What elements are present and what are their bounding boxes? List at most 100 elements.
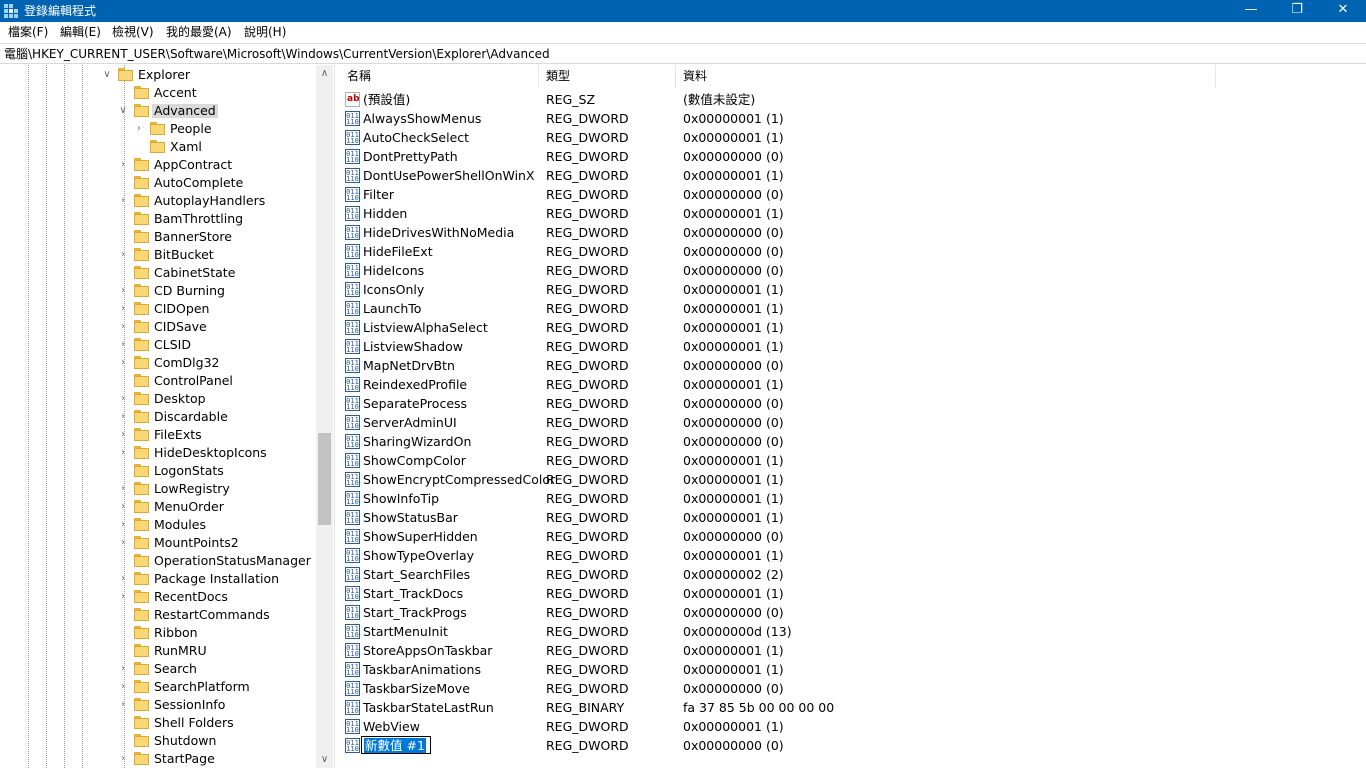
tree-item-autoplayhandlers[interactable]: › AutoplayHandlers [0,192,316,210]
tree-item-bamthrottling[interactable]: BamThrottling [0,210,316,228]
chevron-right-icon[interactable]: › [118,591,128,603]
value-row[interactable]: 011 110 HideIcons REG_DWORD 0x00000000 (0) [340,261,1366,280]
tree-item-comdlg32[interactable]: › ComDlg32 [0,354,316,372]
tree-item-searchplatform[interactable]: › SearchPlatform [0,678,316,696]
tree-item-advanced[interactable]: ∨ Advanced [0,102,316,120]
tree-item-startpage[interactable]: › StartPage [0,750,316,768]
value-row[interactable]: 011 110 新數值 #1 REG_DWORD 0x00000000 (0) [340,736,1366,755]
tree-scrollbar[interactable]: ∧ ∨ [316,65,333,768]
chevron-right-icon[interactable]: › [118,411,128,423]
chevron-right-icon[interactable]: › [118,501,128,513]
chevron-right-icon[interactable]: › [118,519,128,531]
value-row[interactable]: 011 110 AutoCheckSelect REG_DWORD 0x00000001… [340,128,1366,147]
tree-item-accent[interactable]: Accent [0,84,316,102]
chevron-right-icon[interactable]: › [118,429,128,441]
rename-input-text[interactable]: 新數值 #1 [364,738,426,753]
value-row[interactable]: 011 110 StartMenuInit REG_DWORD 0x0000000d (… [340,622,1366,641]
chevron-right-icon[interactable]: › [118,753,128,765]
chevron-right-icon[interactable]: › [118,537,128,549]
value-row[interactable]: 011 110 ShowInfoTip REG_DWORD 0x00000001 (1) [340,489,1366,508]
maximize-button[interactable]: ❐ [1274,0,1320,22]
tree-item-hidedesktopicons[interactable]: › HideDesktopIcons [0,444,316,462]
value-row[interactable]: 011 110 WebView REG_DWORD 0x00000001 (1) [340,717,1366,736]
menu-help[interactable]: 說明(H) [244,25,286,39]
menu-file[interactable]: 檔案(F) [8,25,48,39]
value-row[interactable]: 011 110 Filter REG_DWORD 0x00000000 (0) [340,185,1366,204]
value-row[interactable]: 011 110 ListviewShadow REG_DWORD 0x00000001 … [340,337,1366,356]
value-row[interactable]: 011 110 TaskbarSizeMove REG_DWORD 0x00000000… [340,679,1366,698]
menu-favorites[interactable]: 我的最愛(A) [166,25,232,39]
chevron-right-icon[interactable]: › [118,285,128,297]
value-row[interactable]: 011 110 TaskbarAnimations REG_DWORD 0x000000… [340,660,1366,679]
tree-item-logonstats[interactable]: LogonStats [0,462,316,480]
value-row[interactable]: 011 110 HideFileExt REG_DWORD 0x00000000 (0) [340,242,1366,261]
tree-item-desktop[interactable]: › Desktop [0,390,316,408]
tree-item-search[interactable]: › Search [0,660,316,678]
tree-item-menuorder[interactable]: › MenuOrder [0,498,316,516]
scroll-up-icon[interactable]: ∧ [316,65,333,82]
value-row[interactable]: 011 110 ShowCompColor REG_DWORD 0x00000001 (… [340,451,1366,470]
value-row[interactable]: 011 110 DontPrettyPath REG_DWORD 0x00000000 … [340,147,1366,166]
scroll-down-icon[interactable]: ∨ [316,751,333,768]
tree-item-cabinetstate[interactable]: CabinetState [0,264,316,282]
tree-item-recentdocs[interactable]: › RecentDocs [0,588,316,606]
chevron-right-icon[interactable]: › [118,699,128,711]
tree-item-discardable[interactable]: › Discardable [0,408,316,426]
tree-item-xaml[interactable]: Xaml [0,138,316,156]
chevron-right-icon[interactable]: › [118,195,128,207]
tree-item-appcontract[interactable]: › AppContract [0,156,316,174]
address-bar[interactable]: 電腦\HKEY_CURRENT_USER\Software\Microsoft\… [0,43,1366,64]
value-row[interactable]: 011 110 TaskbarStateLastRun REG_BINARY fa 37… [340,698,1366,717]
tree-item-fileexts[interactable]: › FileExts [0,426,316,444]
value-row[interactable]: 011 110 AlwaysShowMenus REG_DWORD 0x00000001… [340,109,1366,128]
tree-item-mountpoints2[interactable]: › MountPoints2 [0,534,316,552]
value-row[interactable]: 011 110 ShowEncryptCompressedColor REG_DWOR… [340,470,1366,489]
rename-input[interactable]: 新數值 #1 [361,736,431,754]
chevron-right-icon[interactable]: › [118,321,128,333]
minimize-button[interactable]: — [1228,0,1274,22]
value-row[interactable]: 011 110 IconsOnly REG_DWORD 0x00000001 (1) [340,280,1366,299]
chevron-right-icon[interactable]: › [118,573,128,585]
value-row[interactable]: 011 110 ListviewAlphaSelect REG_DWORD 0x0000… [340,318,1366,337]
chevron-right-icon[interactable]: › [118,447,128,459]
tree-item-restartcommands[interactable]: RestartCommands [0,606,316,624]
address-path[interactable]: 電腦\HKEY_CURRENT_USER\Software\Microsoft\… [4,47,550,61]
tree-item-autocomplete[interactable]: AutoComplete [0,174,316,192]
tree-item-sessioninfo[interactable]: › SessionInfo [0,696,316,714]
value-row[interactable]: 011 110 Start_TrackProgs REG_DWORD 0x0000000… [340,603,1366,622]
chevron-right-icon[interactable]: › [118,393,128,405]
tree-item-ribbon[interactable]: Ribbon [0,624,316,642]
value-row[interactable]: 011 110 DontUsePowerShellOnWinX REG_DWORD 0x… [340,166,1366,185]
value-row[interactable]: 011 110 HideDrivesWithNoMedia REG_DWORD 0x00… [340,223,1366,242]
tree-item-modules[interactable]: › Modules [0,516,316,534]
tree-item-shell-folders[interactable]: Shell Folders [0,714,316,732]
tree-item-package-installation[interactable]: › Package Installation [0,570,316,588]
value-row[interactable]: 011 110 ShowStatusBar REG_DWORD 0x00000001 (… [340,508,1366,527]
tree-item-runmru[interactable]: RunMRU [0,642,316,660]
tree-item-cidopen[interactable]: › CIDOpen [0,300,316,318]
value-row[interactable]: 011 110 SeparateProcess REG_DWORD 0x00000000… [340,394,1366,413]
chevron-right-icon[interactable]: › [118,159,128,171]
chevron-right-icon[interactable]: › [118,303,128,315]
value-row[interactable]: 011 110 SharingWizardOn REG_DWORD 0x00000000… [340,432,1366,451]
tree-item-explorer[interactable]: ∨ Explorer [0,66,316,84]
value-list[interactable]: 名稱 類型 資料 ab (預設值) REG_SZ (數值未設定) 011 110 Alway… [340,65,1366,768]
value-row[interactable]: 011 110 ServerAdminUI REG_DWORD 0x00000000 (… [340,413,1366,432]
column-header-type[interactable]: 類型 [539,65,676,88]
chevron-right-icon[interactable]: › [118,483,128,495]
tree-item-cd-burning[interactable]: › CD Burning [0,282,316,300]
chevron-down-icon[interactable]: ∨ [102,69,112,81]
chevron-right-icon[interactable]: › [118,663,128,675]
chevron-right-icon[interactable]: › [118,249,128,261]
chevron-right-icon[interactable]: › [118,357,128,369]
tree-item-operationstatusmanager[interactable]: OperationStatusManager [0,552,316,570]
chevron-right-icon[interactable]: › [118,681,128,693]
value-row[interactable]: 011 110 MapNetDrvBtn REG_DWORD 0x00000000 (0… [340,356,1366,375]
scroll-thumb[interactable] [318,433,331,525]
tree-item-clsid[interactable]: › CLSID [0,336,316,354]
key-tree[interactable]: ∨ Explorer Accent ∨ Advanced › People Xaml › AppC… [0,65,334,768]
value-row[interactable]: 011 110 ReindexedProfile REG_DWORD 0x0000000… [340,375,1366,394]
value-row[interactable]: 011 110 LaunchTo REG_DWORD 0x00000001 (1) [340,299,1366,318]
value-row[interactable]: 011 110 ShowTypeOverlay REG_DWORD 0x00000001… [340,546,1366,565]
value-row[interactable]: 011 110 StoreAppsOnTaskbar REG_DWORD 0x00000… [340,641,1366,660]
